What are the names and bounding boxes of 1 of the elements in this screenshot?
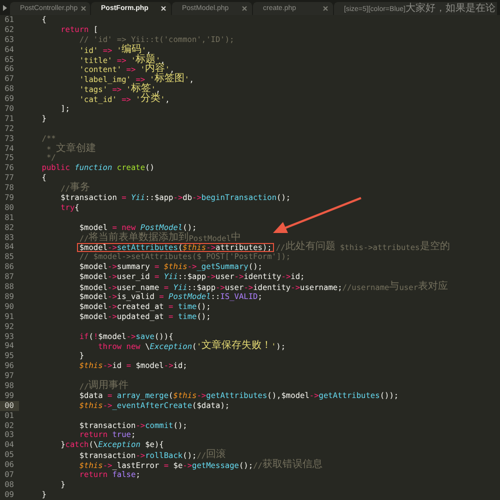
- scroll-left-icon[interactable]: [3, 5, 7, 11]
